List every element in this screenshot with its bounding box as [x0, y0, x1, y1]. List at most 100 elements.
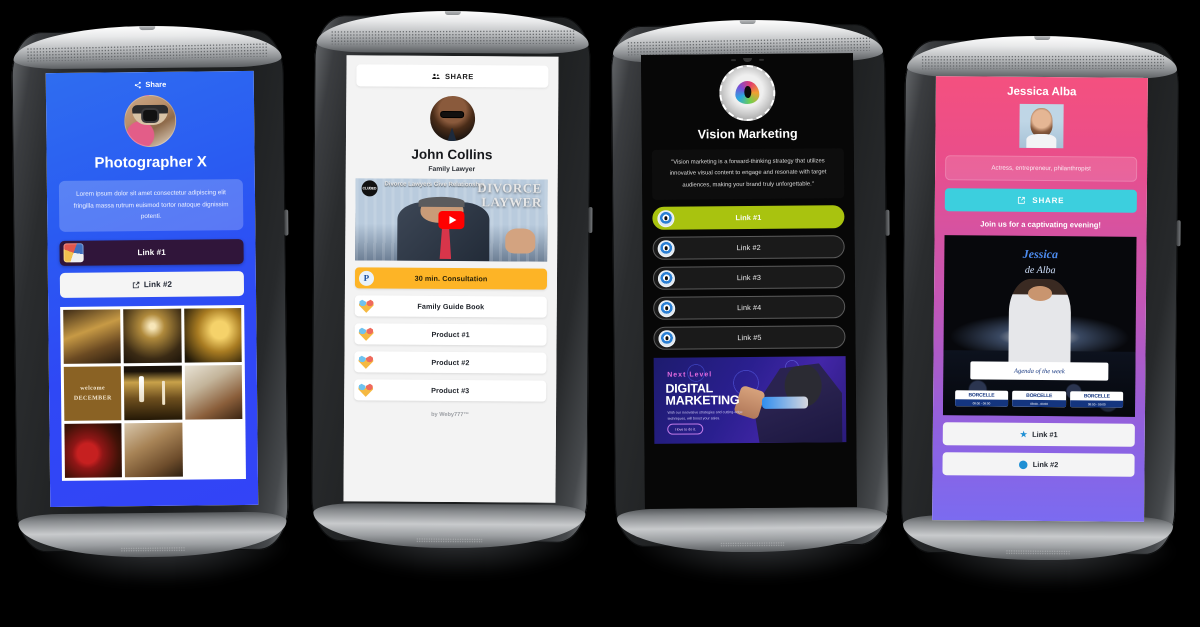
power-button[interactable]	[588, 206, 593, 233]
ticket-card: BORCELLE 08:00 - 09:00	[1012, 390, 1067, 408]
linkpage-vision-marketing: Vision Marketing "Vision marketing is a …	[640, 53, 857, 509]
video-overlay-line2: LAYWER	[481, 194, 542, 210]
poster-ticket-list: BORCELLE 08:00 - 09:00 BORCELLE 08:00 - …	[954, 390, 1124, 408]
link-button-2[interactable]: Link #2	[652, 235, 845, 260]
gallery-photo[interactable]	[124, 365, 183, 421]
link-button-2-label: Link #2	[736, 242, 761, 253]
link-button-5-label: Link #5	[737, 332, 762, 343]
link-button-3[interactable]: Link #3	[652, 265, 846, 290]
share-nodes-icon	[133, 80, 141, 89]
sensor-dot-icon	[758, 58, 764, 61]
front-camera-icon	[139, 24, 156, 31]
phone-mockup-vision-marketing: Vision Marketing "Vision marketing is a …	[610, 18, 890, 582]
ticket-card: BORCELLE 08:00 - 09:00	[954, 390, 1009, 407]
eyeball-icon	[657, 269, 676, 287]
banner-title-line2: MARKETING	[665, 393, 740, 409]
phone-mockup-john-collins: SHARE John Collins Family Lawyer CLUBED …	[311, 10, 593, 577]
share-label: SHARE	[444, 71, 474, 81]
link-button-2[interactable]: ⬤ Link #2	[942, 452, 1135, 477]
share-button[interactable]: SHARE	[356, 64, 549, 88]
share-label: Share	[145, 79, 167, 90]
linkpage-jessica-alba: Jessica Alba Actress, entrepreneur, phil…	[932, 76, 1148, 522]
gallery-photo[interactable]	[184, 364, 243, 420]
ticket-brand: BORCELLE	[968, 392, 995, 399]
family-heart-icon	[359, 327, 374, 341]
ticket-brand: BORCELLE	[1083, 393, 1110, 400]
star-icon: ★	[1019, 429, 1028, 439]
link-button-1[interactable]: Link #1	[652, 205, 845, 230]
video-embed[interactable]: CLUBED Divorce Lawyers Give Relationship…	[355, 178, 548, 262]
link-button-family-guide[interactable]: Family Guide Book	[354, 295, 547, 318]
front-camera-icon	[739, 18, 756, 25]
eyeball-icon	[658, 299, 676, 317]
link-button-family-guide-label: Family Guide Book	[417, 301, 485, 312]
link-button-product-1[interactable]: Product #1	[354, 323, 547, 346]
poster-person	[1008, 278, 1071, 374]
gallery-photo[interactable]	[124, 422, 183, 478]
share-square-icon	[1017, 196, 1026, 205]
poster-title-line1: Jessica	[1022, 246, 1059, 261]
eyeball-icon	[657, 209, 675, 227]
poster-title-line2: de Alba	[1024, 264, 1056, 276]
video-caption: Divorce Lawyers Give Relationship	[384, 181, 485, 189]
power-button[interactable]	[885, 209, 890, 236]
link-button-1[interactable]: Link #1	[59, 238, 244, 266]
ticket-time: 08:00 - 09:00	[954, 399, 1009, 407]
link-button-5[interactable]: Link #5	[653, 325, 846, 350]
front-camera-icon	[1034, 34, 1051, 41]
page-title: John Collins	[411, 146, 493, 163]
front-camera-icon	[444, 10, 461, 16]
paypal-icon: P	[358, 270, 375, 286]
page-title: Vision Marketing	[697, 126, 798, 141]
link-button-product-3[interactable]: Product #3	[354, 379, 547, 402]
share-button[interactable]: SHARE	[944, 188, 1137, 213]
phone-mockup-jessica-alba: Jessica Alba Actress, entrepreneur, phil…	[900, 34, 1181, 590]
footer-credit[interactable]: by Weby777™	[344, 411, 556, 418]
photo-gallery	[60, 304, 246, 481]
banner-cta-button[interactable]: I love to do it.	[667, 423, 704, 436]
gallery-photo[interactable]	[123, 308, 182, 364]
video-overlay-title: DIVORCE LAYWER	[477, 181, 542, 210]
link-button-4-label: Link #4	[737, 302, 762, 313]
users-group-icon	[431, 71, 440, 81]
banner-title: DIGITAL MARKETING	[665, 381, 740, 409]
earpiece-slot-icon	[742, 57, 752, 62]
phones-showcase: Share Photographer X Lorem ipsum dolor s…	[0, 0, 1200, 627]
banner-subtitle: With our innovative strategies and cutti…	[667, 410, 743, 421]
gallery-photo-caption[interactable]	[63, 366, 122, 421]
link-button-1-label: Link #1	[1032, 429, 1058, 440]
phone-screen: SHARE John Collins Family Lawyer CLUBED …	[343, 55, 559, 503]
share-button[interactable]: Share	[46, 71, 254, 90]
phone-screen: Jessica Alba Actress, entrepreneur, phil…	[932, 76, 1148, 522]
link-button-product-2[interactable]: Product #2	[354, 351, 547, 374]
linkpage-john-collins: SHARE John Collins Family Lawyer CLUBED …	[343, 55, 559, 503]
power-button[interactable]	[1176, 220, 1181, 247]
promo-banner[interactable]: Next Level DIGITAL MARKETING With our in…	[653, 356, 847, 444]
youtube-play-icon[interactable]	[438, 210, 465, 230]
ticket-brand: BORCELLE	[1026, 392, 1053, 400]
link-button-product-2-label: Product #2	[431, 357, 470, 368]
link-button-1[interactable]: ★ Link #1	[942, 422, 1135, 447]
ticket-card: BORCELLE 08:00 - 09:00	[1069, 391, 1124, 408]
link-button-2[interactable]: Link #2	[59, 270, 245, 298]
bio-text: Lorem ipsum dolor sit amet consectetur a…	[58, 179, 244, 232]
avatar-eye-logo	[719, 64, 776, 121]
eyeball-icon	[657, 239, 675, 257]
external-link-icon	[132, 280, 140, 289]
video-person-hair	[418, 196, 466, 207]
phone-mockup-photographer-x: Share Photographer X Lorem ipsum dolor s…	[11, 24, 290, 587]
gallery-photo[interactable]	[63, 309, 122, 364]
link-button-4[interactable]: Link #4	[653, 295, 846, 320]
link-button-1-label: Link #1	[735, 212, 762, 223]
gallery-photo[interactable]	[183, 307, 242, 363]
link-button-consultation[interactable]: P 30 min. Consultation	[354, 267, 548, 290]
ticket-time: 08:00 - 09:00	[1012, 399, 1066, 408]
banner-eyebrow: Next Level	[667, 371, 713, 379]
linkpage-photographer-x: Share Photographer X Lorem ipsum dolor s…	[45, 70, 259, 508]
gallery-photo[interactable]	[64, 423, 123, 478]
rocket-thumbnail-icon	[63, 243, 84, 263]
eyeball-icon	[658, 329, 676, 347]
power-button[interactable]	[284, 209, 289, 236]
location-pin-icon: ⬤	[1018, 459, 1028, 469]
event-poster[interactable]: Jessica de Alba Agenda of the week BORCE…	[942, 235, 1137, 417]
